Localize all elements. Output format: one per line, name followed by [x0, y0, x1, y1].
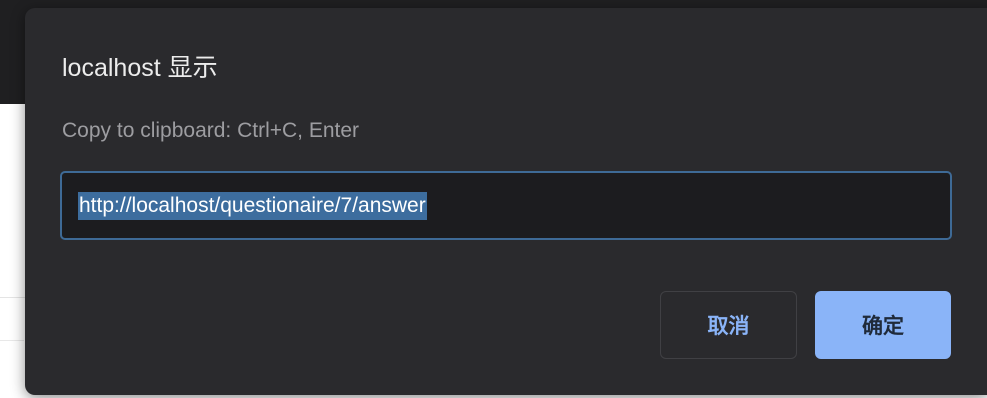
dialog-message: Copy to clipboard: Ctrl+C, Enter	[62, 119, 360, 142]
dialog-title: localhost 显示	[62, 54, 218, 82]
cancel-button[interactable]: 取消	[660, 291, 797, 359]
prompt-dialog: localhost 显示 Copy to clipboard: Ctrl+C, …	[25, 8, 987, 395]
prompt-input-selected-text[interactable]: http://localhost/questionaire/7/answer	[78, 192, 427, 220]
page-divider-edge	[0, 340, 24, 341]
prompt-input-field[interactable]: http://localhost/questionaire/7/answer	[60, 171, 952, 240]
ok-button[interactable]: 确定	[815, 291, 951, 359]
